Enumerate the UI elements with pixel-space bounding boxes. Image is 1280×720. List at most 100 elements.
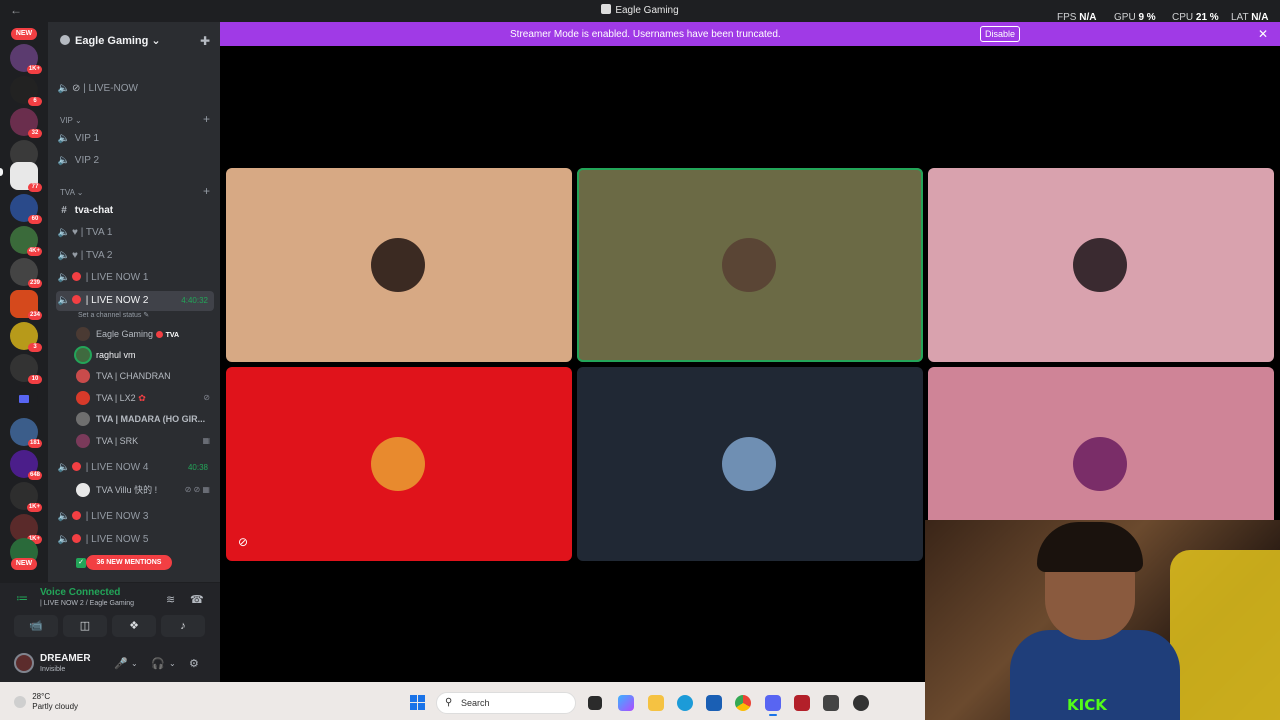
task-view-icon[interactable]	[588, 696, 602, 710]
participant-tile[interactable]	[577, 367, 923, 561]
channel-label: | LIVE NOW 1	[85, 272, 149, 283]
speaker-icon: 🔈	[57, 272, 71, 283]
file-explorer-icon[interactable]	[648, 695, 664, 711]
connection-signal-icon[interactable]: ≔	[16, 591, 28, 605]
server-icon[interactable]: 10	[10, 354, 42, 384]
server-icon[interactable]: 32	[10, 108, 42, 138]
server-icon[interactable]: 181	[10, 418, 42, 448]
avatar	[76, 369, 90, 383]
taskbar-search[interactable]: ⚲ Search	[436, 692, 576, 714]
chevron-down-icon[interactable]: ⌄	[131, 659, 138, 668]
add-channel-icon[interactable]: +	[203, 184, 210, 198]
set-channel-status[interactable]: Set a channel status ✎	[78, 311, 149, 319]
headphones-icon[interactable]: 🎧	[151, 657, 165, 670]
live-dot-icon	[72, 272, 81, 281]
camera-button[interactable]: 📹	[14, 615, 58, 637]
server-badge: 234	[27, 311, 42, 320]
disconnect-icon[interactable]: ☎	[190, 593, 204, 606]
server-icon[interactable]: 6	[10, 76, 42, 106]
soundboard-button[interactable]: ♪	[161, 615, 205, 637]
category-vip[interactable]: VIP ⌄	[60, 116, 82, 125]
start-button-icon[interactable]	[410, 695, 426, 711]
server-icon[interactable]: 3	[10, 322, 42, 352]
new-servers-badge[interactable]: NEW	[11, 28, 37, 40]
voice-user[interactable]: raghul vm	[76, 345, 214, 365]
channel-label: | LIVE NOW 3	[85, 511, 149, 522]
no-entry-icon: ⊘	[72, 83, 81, 94]
channel-vip-1[interactable]: 🔈 VIP 1	[56, 129, 214, 149]
copilot-icon[interactable]	[618, 695, 634, 711]
check-icon: ✓	[76, 558, 86, 568]
server-icon[interactable]: 239	[10, 258, 42, 288]
channel-label: | LIVE NOW 5	[85, 534, 149, 545]
voice-user-name: Eagle Gaming	[96, 329, 154, 339]
channel-live-now-2[interactable]: 🔈 | LIVE NOW 2 4:40:32	[56, 291, 214, 311]
participant-tile[interactable]	[928, 168, 1274, 362]
voice-user[interactable]: TVA | MADARA (HO GIR...	[76, 409, 214, 429]
voice-user[interactable]: TVA Villu 快的 ! ⊘ ⊘ ▦	[76, 480, 214, 500]
server-icon[interactable]: 234	[10, 290, 42, 320]
voice-user[interactable]: TVA | CHANDRAN	[76, 366, 214, 386]
guild-icon	[60, 35, 70, 45]
obs-icon[interactable]	[853, 695, 869, 711]
unread-pill	[0, 168, 3, 176]
new-mentions-button[interactable]: 36 NEW MENTIONS	[86, 555, 172, 570]
user-name[interactable]: DREAMER	[40, 653, 91, 664]
channel-live-now-5[interactable]: 🔈 | LIVE NOW 5	[56, 530, 214, 550]
speaker-icon: 🔈	[57, 227, 71, 238]
voice-user-name: raghul vm	[96, 350, 136, 360]
participant-tile[interactable]: ⊘	[226, 367, 572, 561]
voice-user[interactable]: TVA | SRK ▦	[76, 431, 214, 451]
participant-tile[interactable]	[226, 168, 572, 362]
gear-icon[interactable]: ⚙	[189, 657, 199, 670]
noise-suppression-icon[interactable]: ≋	[166, 593, 175, 606]
channel-live-now-3[interactable]: 🔈 | LIVE NOW 3	[56, 507, 214, 527]
server-icon[interactable]: 60	[10, 194, 42, 224]
activities-button[interactable]: ❖	[112, 615, 156, 637]
channel-tva-chat[interactable]: # tva-chat	[56, 201, 214, 221]
server-icon[interactable]: 648	[10, 450, 42, 480]
voice-user-name: TVA | MADARA (HO GIR...	[96, 414, 206, 424]
voice-user-name: TVA Villu 快的 !	[96, 485, 158, 495]
status-label: Set a channel status	[78, 312, 142, 319]
gaming-chair	[1170, 550, 1280, 720]
channel-tva-1[interactable]: 🔈 ♥ | TVA 1	[56, 223, 214, 243]
streamer-hair	[1037, 522, 1143, 572]
channel-live-now-4[interactable]: 🔈 | LIVE NOW 4 40:38	[56, 458, 214, 478]
channel-vip-2[interactable]: 🔈 VIP 2	[56, 151, 214, 171]
screen-share-button[interactable]: ◫	[63, 615, 107, 637]
capcut-icon[interactable]	[823, 695, 839, 711]
channel-live-now-1[interactable]: 🔈 | LIVE NOW 1	[56, 268, 214, 288]
edge-icon[interactable]	[677, 695, 693, 711]
chevron-down-icon[interactable]: ⌄	[169, 659, 176, 668]
chrome-icon[interactable]	[735, 695, 751, 711]
channel-label: | LIVE-NOW	[83, 83, 138, 94]
adobe-icon[interactable]	[794, 695, 810, 711]
temperature: 28°C	[32, 692, 51, 701]
channel-tva-2[interactable]: 🔈 ♥ | TVA 2	[56, 246, 214, 266]
server-icon[interactable]: 1K+	[10, 44, 42, 74]
discord-icon[interactable]	[765, 695, 781, 716]
participant-tile[interactable]	[577, 168, 923, 362]
server-icon[interactable]: 1K+	[10, 482, 42, 512]
close-icon[interactable]: ✕	[1258, 27, 1268, 41]
avatar[interactable]	[14, 653, 34, 673]
server-icon[interactable]: 77	[10, 162, 42, 192]
store-icon[interactable]	[706, 695, 722, 711]
voice-channel-path[interactable]: | LIVE NOW 2 / Eagle Gaming	[40, 600, 134, 607]
category-tva[interactable]: TVA ⌄	[60, 188, 83, 197]
channel-live-now[interactable]: 🔈 ⊘ | LIVE-NOW	[56, 79, 214, 99]
weather-widget[interactable]: 28°C Partly cloudy	[14, 692, 78, 712]
invite-people-icon[interactable]: ✚	[200, 34, 210, 48]
guild-header[interactable]: Eagle Gaming ⌄ ✚	[48, 22, 220, 62]
voice-user[interactable]: Eagle Gaming TVA	[76, 324, 214, 344]
folder-icon[interactable]	[10, 386, 38, 414]
participant-avatar	[1073, 437, 1127, 491]
new-servers-badge-bottom[interactable]: NEW	[11, 558, 37, 570]
server-icon[interactable]: 4K+	[10, 226, 42, 256]
microphone-icon[interactable]: 🎤	[114, 657, 128, 670]
voice-user[interactable]: TVA | LX2 ✿ ⊘	[76, 388, 214, 408]
voice-status[interactable]: Voice Connected	[40, 587, 120, 598]
disable-button[interactable]: Disable	[980, 26, 1020, 42]
add-channel-icon[interactable]: +	[203, 112, 210, 126]
